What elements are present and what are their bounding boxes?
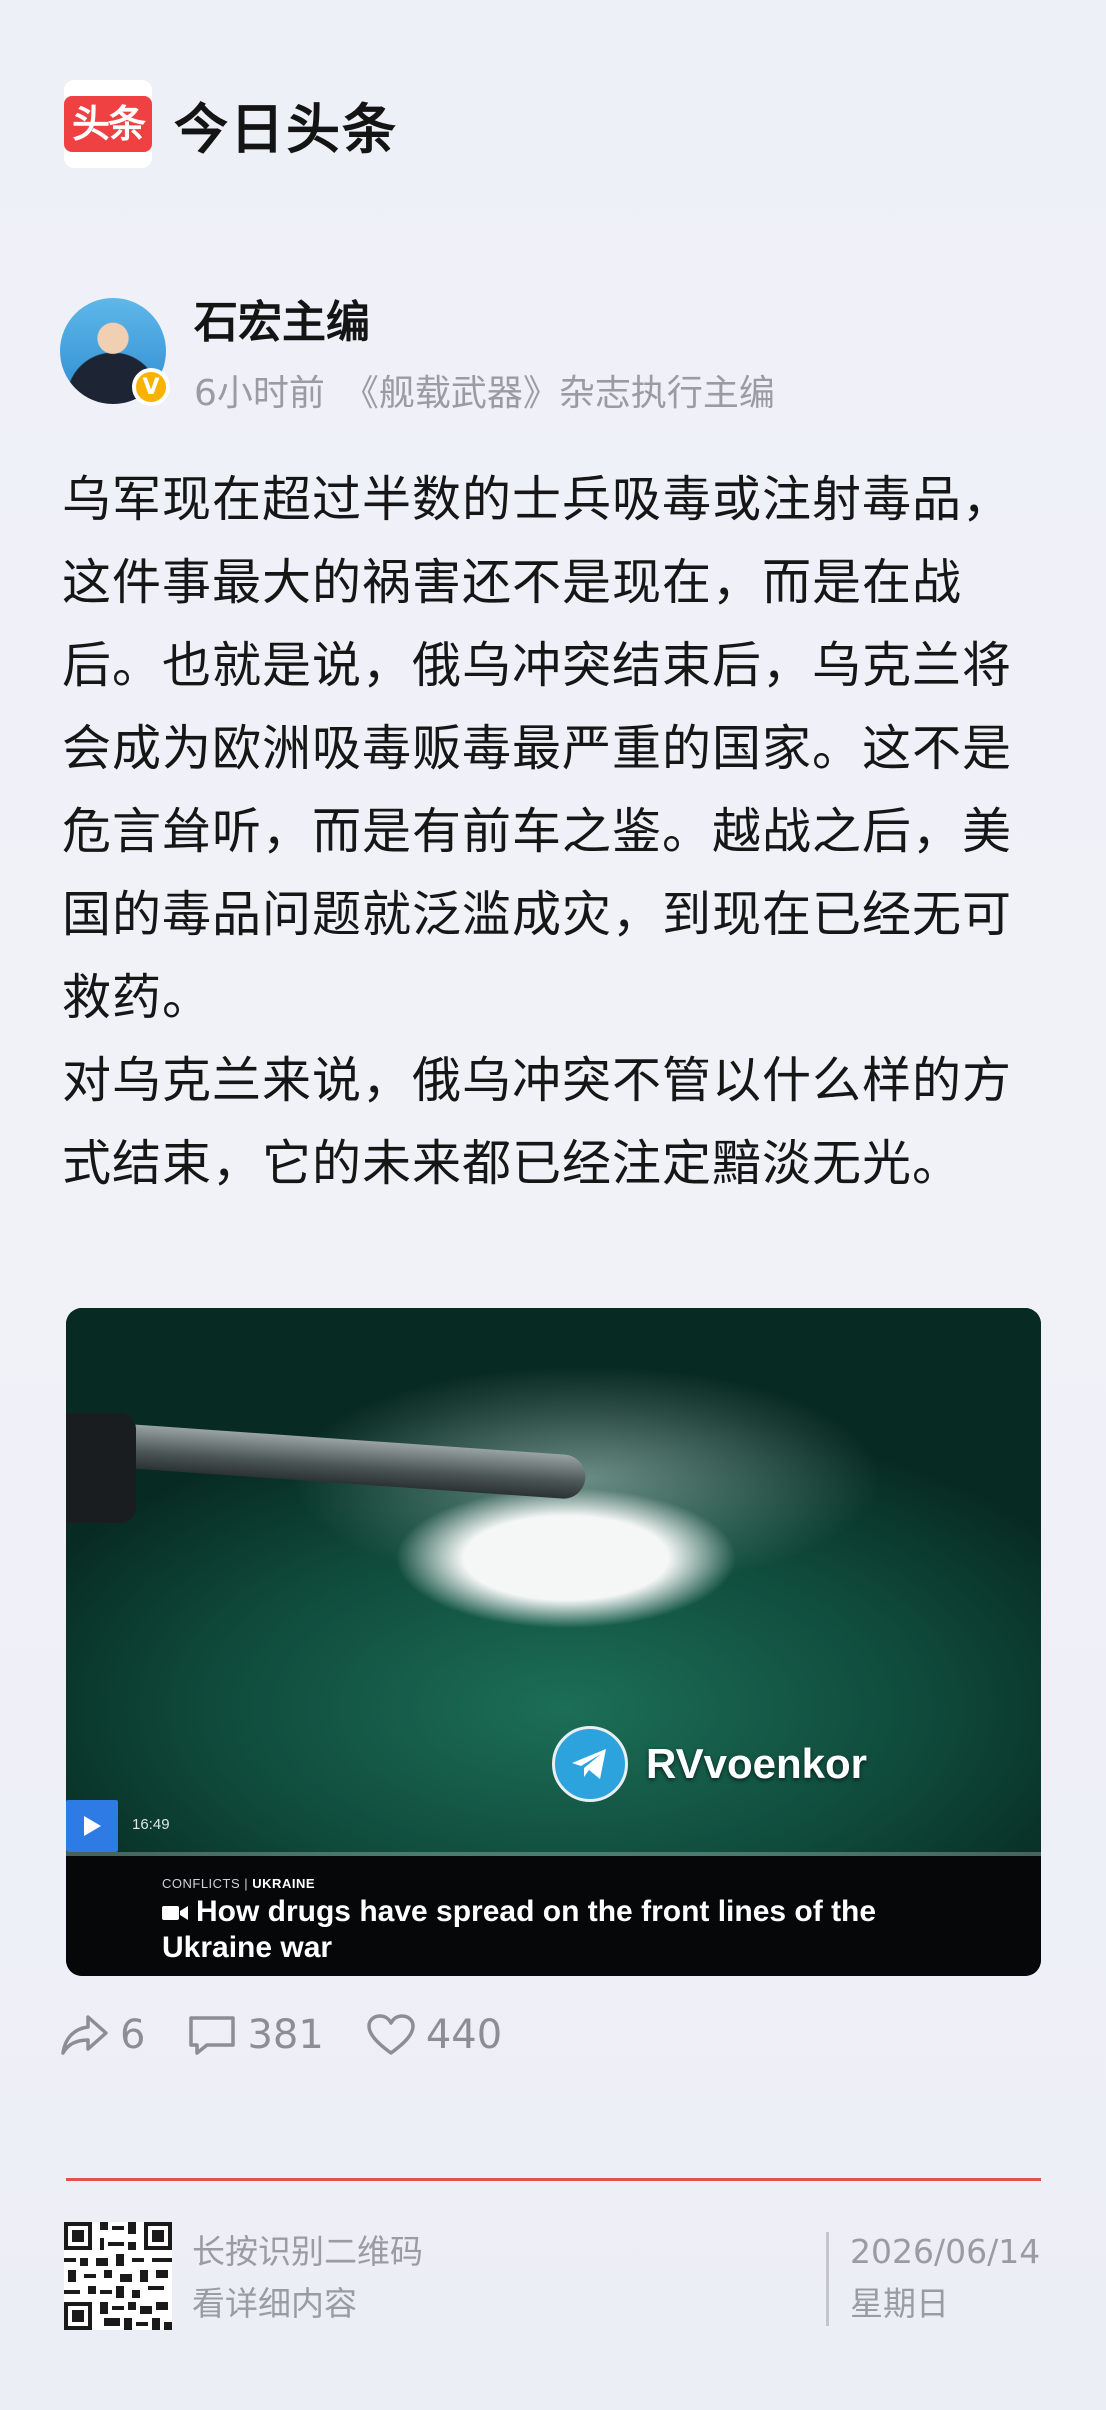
qr-line-2: 看详细内容 [192, 2284, 357, 2323]
author-header: V 石宏主编 6小时前 《舰载武器》杂志执行主编 [60, 296, 793, 416]
caption-title: How drugs have spread on the front lines… [162, 1894, 962, 1966]
app-logo-text: 头条 [64, 96, 152, 152]
author-title: 《舰载武器》杂志执行主编 [342, 373, 775, 414]
app-name: 今日头条 [174, 97, 398, 161]
share-button[interactable]: 6 [60, 2012, 145, 2058]
video-caption-bar: CONFLICTS | UKRAINE How drugs have sprea… [66, 1856, 1041, 1976]
tag-region: UKRAINE [252, 1876, 316, 1891]
video-duration: 16:49 [132, 1816, 170, 1833]
comment-icon [189, 2016, 236, 2055]
share-icon [61, 2015, 108, 2055]
app-brand: 头条 今日头条 [64, 80, 398, 168]
post-body: 乌军现在超过半数的士兵吸毒或注射毒品，这件事最大的祸害还不是现在，而是在战后。也… [62, 458, 1052, 1205]
author-meta: 6小时前 《舰载武器》杂志执行主编 [194, 364, 793, 416]
channel-watermark: RVvoenkor [552, 1726, 867, 1802]
knife-handle-image [66, 1413, 136, 1523]
post-date: 2026/06/14 [850, 2232, 1041, 2271]
footer-divider [66, 2178, 1041, 2181]
author-name[interactable]: 石宏主编 [194, 296, 793, 350]
comment-button[interactable]: 381 [187, 2012, 324, 2058]
video-camera-icon [162, 1906, 188, 1920]
qr-instructions: 长按识别二维码 看详细内容 [192, 2226, 423, 2330]
avatar[interactable]: V [60, 298, 170, 406]
heart-icon [367, 2014, 415, 2055]
watermark-label: RVvoenkor [646, 1740, 867, 1787]
telegram-icon [552, 1726, 628, 1802]
post-paragraph: 对乌克兰来说，俄乌冲突不管以什么样的方式结束，它的未来都已经注定黯淡无光。 [62, 1052, 1013, 1192]
play-button[interactable] [66, 1800, 118, 1852]
knife-image [66, 1419, 587, 1501]
post-paragraph: 乌军现在超过半数的士兵吸毒或注射毒品，这件事最大的祸害还不是现在，而是在战后。也… [62, 471, 1013, 1026]
qr-code-icon[interactable] [64, 2222, 172, 2330]
post-time: 6小时前 [194, 373, 325, 414]
share-count: 6 [120, 2012, 146, 2058]
qr-line-1: 长按识别二维码 [192, 2232, 423, 2271]
like-count: 440 [425, 2012, 503, 2058]
play-icon [84, 1816, 101, 1836]
post-weekday: 星期日 [850, 2284, 949, 2323]
date-block: 2026/06/14 星期日 [850, 2226, 1040, 2330]
verified-badge: V [132, 368, 170, 406]
tag-category: CONFLICTS [162, 1876, 241, 1891]
caption-text: How drugs have spread on the front lines… [162, 1895, 877, 1964]
comment-count: 381 [247, 2012, 324, 2058]
app-logo: 头条 [64, 80, 152, 168]
like-button[interactable]: 440 [366, 2012, 502, 2058]
action-bar: 6 381 440 [60, 2012, 544, 2058]
footer-separator [826, 2232, 829, 2326]
caption-tag: CONFLICTS | UKRAINE [162, 1876, 316, 1891]
video-thumbnail[interactable]: RVvoenkor 16:49 CONFLICTS | UKRAINE How … [66, 1308, 1041, 1976]
